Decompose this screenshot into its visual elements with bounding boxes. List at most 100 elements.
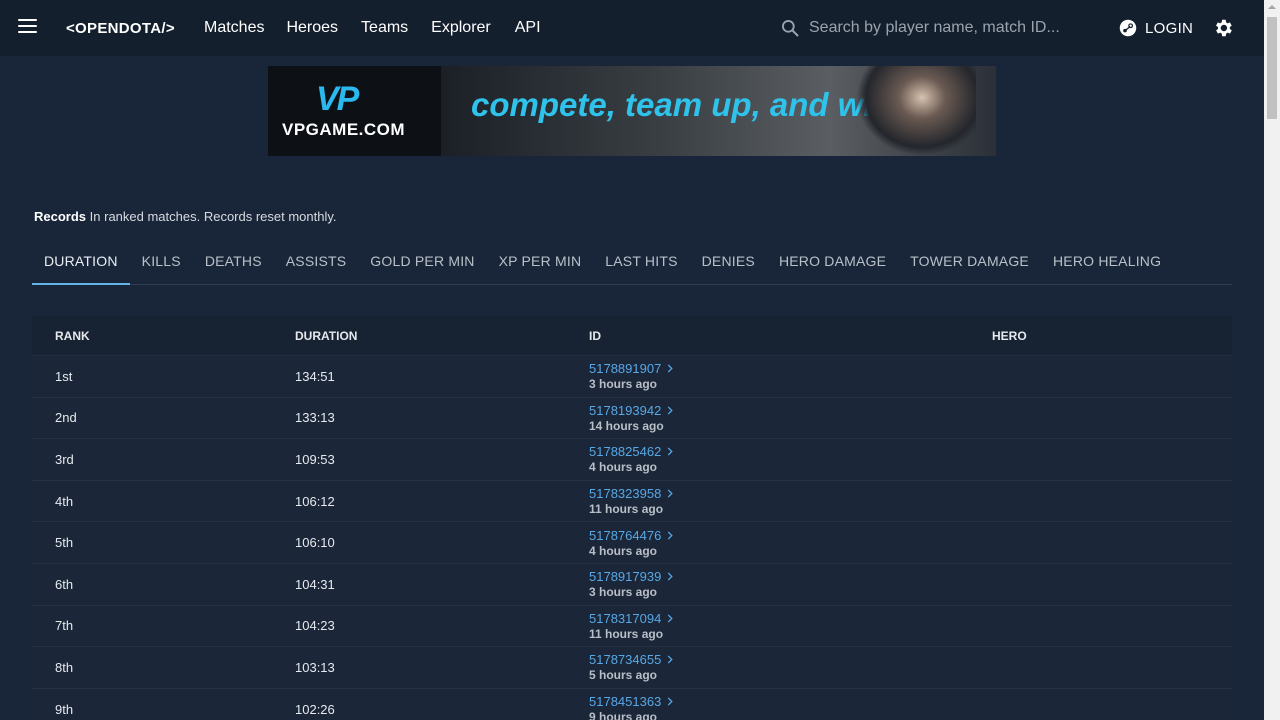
- search-icon: [782, 20, 799, 37]
- table-row: 6th 104:31 5178917939 3 hours ago: [32, 564, 1232, 606]
- rank-cell: 7th: [55, 618, 74, 634]
- ad-banner[interactable]: VP VPGAME.COM compete, team up, and win: [268, 66, 996, 156]
- match-id-text[interactable]: 5178917939: [589, 569, 661, 584]
- chevron-right-icon: [668, 697, 674, 706]
- match-id-cell: 5178317094 11 hours ago: [589, 611, 992, 641]
- table-row: 9th 102:26 5178451363 9 hours ago: [32, 689, 1232, 720]
- tab-deaths[interactable]: DEATHS: [193, 244, 274, 285]
- match-id-link[interactable]: 5178764476: [589, 528, 992, 543]
- chevron-right-icon: [668, 614, 674, 623]
- chevron-right-icon: [668, 655, 674, 664]
- header-id[interactable]: ID: [589, 329, 992, 343]
- records-title: Records: [34, 209, 87, 224]
- tab-last-hits[interactable]: LAST HITS: [593, 244, 689, 285]
- header-hero[interactable]: HERO: [992, 329, 1232, 343]
- nav-teams[interactable]: Teams: [361, 19, 408, 37]
- search-input[interactable]: [809, 19, 1059, 37]
- match-id-text[interactable]: 5178193942: [589, 403, 661, 418]
- rank-cell: 1st: [55, 368, 73, 384]
- match-id-link[interactable]: 5178917939: [589, 569, 992, 584]
- rank-cell: 8th: [55, 659, 74, 675]
- page-scrollbar[interactable]: [1264, 0, 1280, 720]
- match-id-text[interactable]: 5178323958: [589, 486, 661, 501]
- match-id-cell: 5178193942 14 hours ago: [589, 403, 992, 433]
- site-logo[interactable]: <OPENDOTA/>: [66, 20, 175, 37]
- nav-api[interactable]: API: [515, 19, 541, 37]
- match-time-ago: 4 hours ago: [589, 543, 658, 558]
- duration-cell: 102:26: [295, 701, 335, 717]
- banner-artwork: compete, team up, and win: [441, 66, 996, 156]
- match-time-ago: 14 hours ago: [589, 418, 664, 433]
- table-row: 8th 103:13 5178734655 5 hours ago: [32, 647, 1232, 689]
- nav-matches[interactable]: Matches: [204, 19, 264, 37]
- login-button[interactable]: LOGIN: [1119, 19, 1193, 37]
- nav-explorer[interactable]: Explorer: [431, 19, 491, 37]
- match-id-text[interactable]: 5178734655: [589, 652, 661, 667]
- main-nav: Matches Heroes Teams Explorer API: [204, 19, 541, 37]
- match-time-ago: 5 hours ago: [589, 668, 658, 683]
- rank-cell: 4th: [55, 493, 74, 509]
- tab-tower-damage[interactable]: TOWER DAMAGE: [898, 244, 1041, 285]
- match-id-link[interactable]: 5178323958: [589, 486, 992, 501]
- match-id-link[interactable]: 5178317094: [589, 611, 992, 626]
- match-id-link[interactable]: 5178891907: [589, 361, 992, 376]
- match-id-cell: 5178917939 3 hours ago: [589, 569, 992, 599]
- header-rank[interactable]: RANK: [32, 329, 295, 343]
- match-id-cell: 5178323958 11 hours ago: [589, 486, 992, 516]
- record-tabs: DURATION KILLS DEATHS ASSISTS GOLD PER M…: [32, 244, 1232, 285]
- tab-xp-per-min[interactable]: XP PER MIN: [487, 244, 594, 285]
- match-id-text[interactable]: 5178764476: [589, 528, 661, 543]
- tab-denies[interactable]: DENIES: [690, 244, 767, 285]
- tab-hero-healing[interactable]: HERO HEALING: [1041, 244, 1173, 285]
- match-id-text[interactable]: 5178451363: [589, 694, 661, 709]
- settings-gear-icon[interactable]: [1212, 17, 1234, 44]
- nav-heroes[interactable]: Heroes: [286, 19, 338, 37]
- duration-cell: 103:13: [295, 659, 335, 675]
- tab-gold-per-min[interactable]: GOLD PER MIN: [358, 244, 486, 285]
- duration-cell: 104:23: [295, 618, 335, 634]
- rank-cell: 5th: [55, 535, 74, 551]
- match-id-link[interactable]: 5178193942: [589, 403, 992, 418]
- vpgame-site-name: VPGAME.COM: [282, 120, 406, 139]
- match-time-ago: 3 hours ago: [589, 585, 658, 600]
- chevron-right-icon: [668, 489, 674, 498]
- login-label: LOGIN: [1145, 19, 1194, 37]
- match-id-cell: 5178764476 4 hours ago: [589, 528, 992, 558]
- match-id-link[interactable]: 5178825462: [589, 444, 992, 459]
- tab-duration[interactable]: DURATION: [32, 244, 130, 285]
- scroll-up-arrow-icon[interactable]: [1268, 5, 1276, 9]
- records-heading: Records In ranked matches. Records reset…: [34, 209, 337, 224]
- rank-cell: 2nd: [55, 410, 77, 426]
- chevron-right-icon: [668, 531, 674, 540]
- table-row: 4th 106:12 5178323958 11 hours ago: [32, 481, 1232, 523]
- chevron-right-icon: [668, 406, 674, 415]
- table-body: 1st 134:51 5178891907 3 hours ago 2nd 133:13 5…: [32, 356, 1232, 720]
- header-duration[interactable]: DURATION: [295, 329, 589, 343]
- tab-hero-damage[interactable]: HERO DAMAGE: [767, 244, 898, 285]
- match-id-text[interactable]: 5178825462: [589, 444, 661, 459]
- hamburger-menu-icon[interactable]: [18, 19, 38, 37]
- match-time-ago: 4 hours ago: [589, 460, 658, 475]
- duration-cell: 106:10: [295, 535, 335, 551]
- tab-kills[interactable]: KILLS: [130, 244, 193, 285]
- table-row: 2nd 133:13 5178193942 14 hours ago: [32, 398, 1232, 440]
- tab-assists[interactable]: ASSISTS: [274, 244, 359, 285]
- match-id-link[interactable]: 5178734655: [589, 652, 992, 667]
- rank-cell: 9th: [55, 701, 74, 717]
- banner-tagline: compete, team up, and win: [471, 86, 893, 123]
- duration-cell: 134:51: [295, 368, 335, 384]
- match-time-ago: 11 hours ago: [589, 502, 664, 517]
- chevron-right-icon: [668, 364, 674, 373]
- scrollbar-thumb[interactable]: [1267, 17, 1277, 119]
- table-row: 1st 134:51 5178891907 3 hours ago: [32, 356, 1232, 398]
- steam-icon: [1119, 19, 1137, 37]
- match-id-link[interactable]: 5178451363: [589, 694, 992, 709]
- match-id-text[interactable]: 5178891907: [589, 361, 661, 376]
- chevron-right-icon: [668, 572, 674, 581]
- match-time-ago: 11 hours ago: [589, 626, 664, 641]
- match-time-ago: 3 hours ago: [589, 377, 658, 392]
- records-subtitle: In ranked matches. Records reset monthly…: [89, 209, 337, 224]
- match-id-text[interactable]: 5178317094: [589, 611, 661, 626]
- match-id-cell: 5178891907 3 hours ago: [589, 361, 992, 391]
- rank-cell: 3rd: [55, 451, 74, 467]
